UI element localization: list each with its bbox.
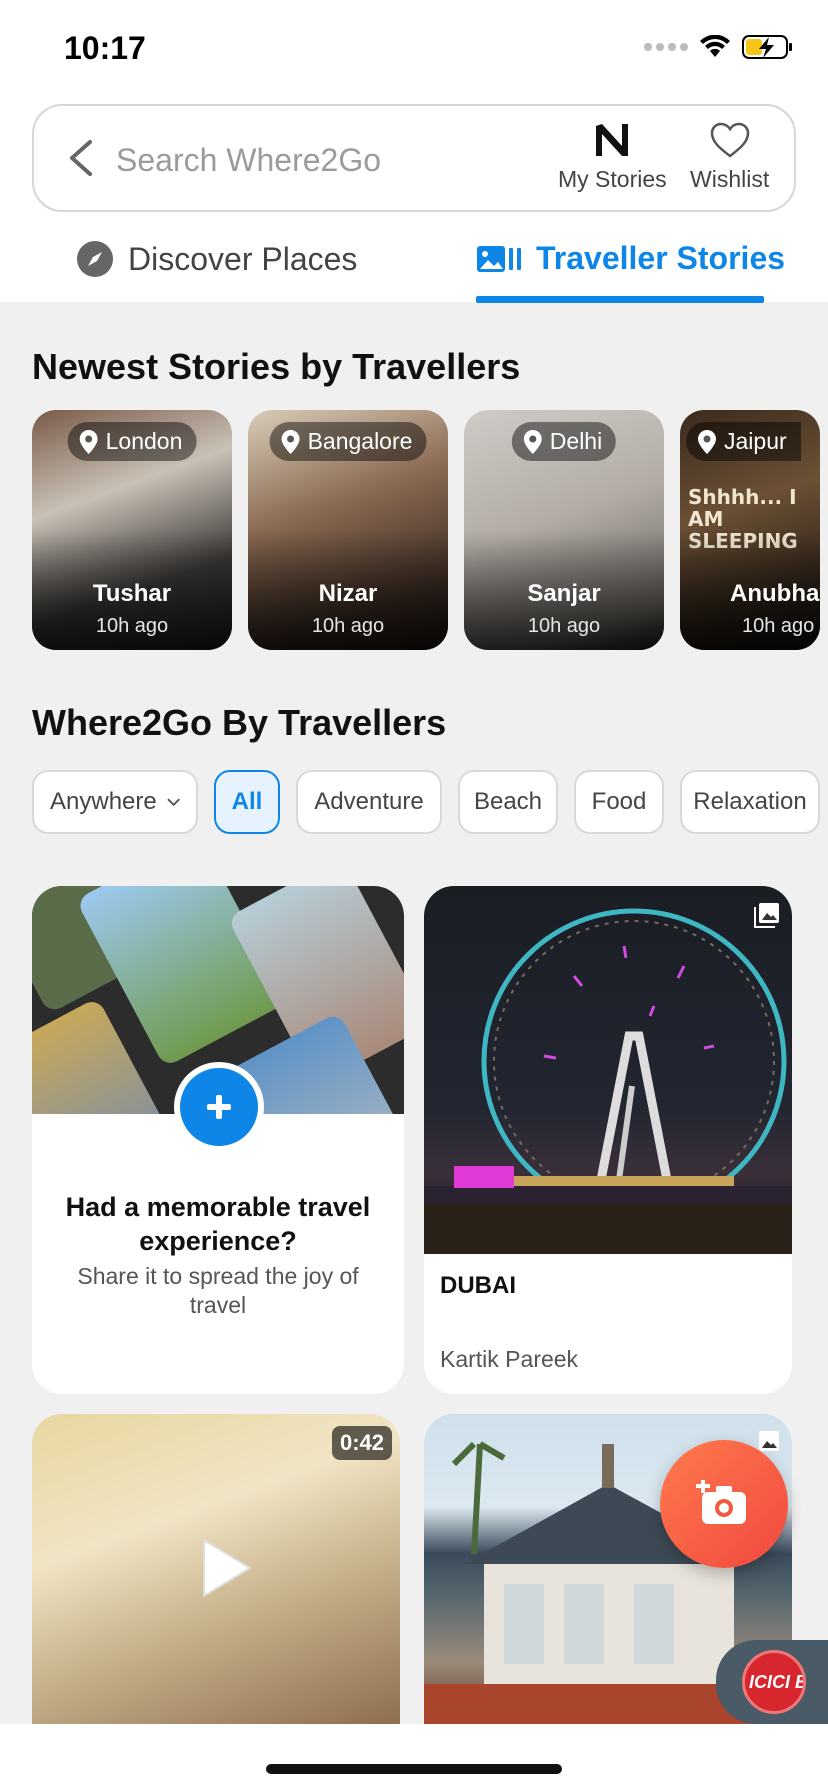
status-icons	[644, 34, 794, 60]
tab-bar: Discover Places Traveller Stories	[0, 224, 828, 303]
story-time: 10h ago	[95, 615, 169, 637]
gallery-stories-icon	[477, 245, 521, 272]
location-filter-dropdown[interactable]: Anywhere	[32, 770, 198, 834]
chip-all[interactable]: All	[214, 770, 280, 834]
story-time: 10h ago	[311, 615, 385, 637]
chip-beach[interactable]: Beach	[458, 770, 558, 834]
location-pin-icon	[698, 429, 716, 454]
story-location: Delhi	[549, 428, 603, 454]
play-icon[interactable]	[184, 1530, 260, 1606]
story-time: 10h ago	[742, 615, 815, 637]
heart-icon	[710, 122, 749, 158]
search-input[interactable]: Search Where2Go	[116, 142, 381, 179]
wifi-icon	[700, 35, 730, 57]
story-author: Tushar	[92, 580, 172, 607]
signal-icon	[644, 43, 688, 51]
gallery-icon	[754, 903, 779, 928]
add-photo-fab[interactable]	[660, 1440, 788, 1568]
newest-stories-title: Newest Stories by Travellers	[32, 346, 521, 387]
home-indicator[interactable]	[266, 1764, 562, 1774]
chevron-down-icon	[167, 798, 180, 807]
tab-traveller-stories-label: Traveller Stories	[536, 240, 786, 276]
story-card[interactable]: Bangalore Nizar 10h ago	[248, 410, 448, 650]
active-tab-indicator	[476, 296, 764, 303]
tab-discover-label: Discover Places	[128, 240, 358, 277]
wishlist-label: Wishlist	[690, 166, 770, 192]
story-card[interactable]: London Tushar 10h ago	[32, 410, 232, 650]
story-location-badge: Bangalore	[269, 422, 427, 461]
story-location: Jaipur	[724, 428, 787, 454]
post-card[interactable]: DUBAI Kartik Pareek	[424, 886, 792, 1394]
location-filter-label: Anywhere	[50, 788, 157, 815]
bank-ad-banner[interactable]: ICICI Ba	[716, 1640, 828, 1724]
location-pin-icon	[79, 429, 98, 454]
story-author: Anubhav	[730, 580, 820, 607]
chip-adventure[interactable]: Adventure	[296, 770, 442, 834]
share-card-subtitle: Share it to spread the joy of travel	[77, 1263, 359, 1318]
chip-relaxation[interactable]: Relaxation	[680, 770, 820, 834]
video-duration: 0:42	[331, 1426, 392, 1460]
tab-traveller-stories[interactable]: Traveller Stories	[476, 240, 785, 277]
post-author: Kartik Pareek	[440, 1346, 579, 1372]
bank-logo: ICICI Ba	[742, 1650, 806, 1714]
ferris-wheel-illustration	[424, 908, 792, 1254]
story-card[interactable]: Shhhh... I AM SLEEPING Jaipur Anubhav 10…	[680, 410, 820, 650]
my-stories-logo-icon	[596, 124, 629, 156]
stories-carousel[interactable]: London Tushar 10h ago Bangalore Nizar 10…	[32, 410, 820, 650]
chip-food[interactable]: Food	[574, 770, 664, 834]
wishlist-button[interactable]: Wishlist	[690, 120, 769, 193]
feed-title: Where2Go By Travellers	[32, 702, 447, 743]
story-card[interactable]: Delhi Sanjar 10h ago	[464, 410, 664, 650]
my-stories-button[interactable]: My Stories	[558, 120, 667, 193]
bottom-bar	[0, 1724, 828, 1792]
add-story-button[interactable]	[174, 1062, 264, 1152]
post-image	[424, 886, 792, 1254]
story-author: Sanjar	[527, 580, 601, 607]
camera-plus-icon	[696, 1480, 746, 1524]
story-location: Bangalore	[307, 428, 413, 454]
post-title: DUBAI	[440, 1272, 516, 1299]
status-bar: 10:17	[0, 0, 828, 100]
back-arrow-icon[interactable]	[64, 138, 98, 178]
story-time: 10h ago	[527, 615, 601, 637]
status-time: 10:17	[64, 30, 146, 66]
story-location-badge: Delhi	[511, 422, 617, 461]
story-location-badge: London	[67, 422, 197, 461]
video-post-card[interactable]: 0:42	[32, 1414, 400, 1724]
story-author: Nizar	[318, 580, 378, 607]
battery-charging-icon	[742, 35, 792, 59]
share-experience-card[interactable]: Had a memorable travel experience? Share…	[32, 886, 404, 1394]
search-bar[interactable]: Search Where2Go My Stories Wishlist	[32, 104, 796, 212]
location-pin-icon	[281, 429, 300, 454]
plus-icon	[207, 1095, 231, 1119]
tab-discover-places[interactable]: Discover Places	[76, 240, 357, 278]
story-location-badge: Jaipur	[686, 422, 801, 461]
story-location: London	[105, 428, 183, 454]
filter-chips: Anywhere All Adventure Beach Food Relaxa…	[32, 770, 820, 834]
share-card-title: Had a memorable travel experience?	[65, 1192, 371, 1256]
my-stories-label: My Stories	[558, 166, 667, 192]
location-pin-icon	[523, 429, 542, 454]
compass-icon	[77, 241, 113, 277]
